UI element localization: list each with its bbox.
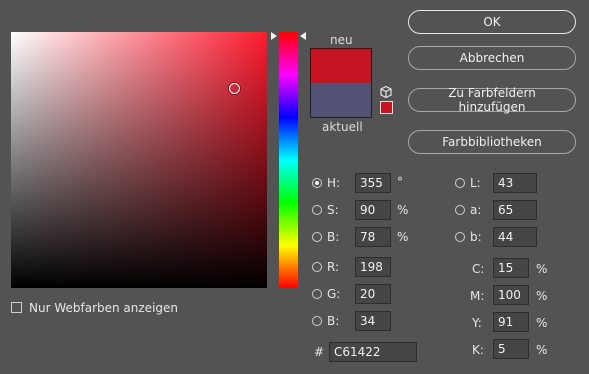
radio-blue[interactable] <box>312 316 322 326</box>
l-input[interactable] <box>493 173 537 193</box>
s-label: S: <box>327 203 339 217</box>
red-input[interactable] <box>355 257 391 277</box>
key-input[interactable] <box>493 339 529 359</box>
color-preview <box>310 48 372 118</box>
magenta-unit: % <box>536 289 548 303</box>
hue-slider-right-arrow-icon[interactable] <box>300 32 306 40</box>
color-field[interactable] <box>11 32 267 288</box>
add-to-swatches-button[interactable]: Zu Farbfeldern hinzufügen <box>408 86 576 114</box>
hex-label: # <box>314 345 325 359</box>
s-input[interactable] <box>355 200 391 220</box>
hex-input[interactable] <box>329 342 417 362</box>
new-color-swatch <box>311 49 371 83</box>
yellow-input[interactable] <box>493 312 529 332</box>
red-label: R: <box>327 260 340 274</box>
magenta-input[interactable] <box>493 285 529 305</box>
radio-l[interactable] <box>455 178 465 188</box>
cyan-input[interactable] <box>493 258 529 278</box>
color-field-marker[interactable] <box>229 83 240 94</box>
key-unit: % <box>536 343 548 357</box>
current-color-swatch[interactable] <box>311 83 371 117</box>
gamut-warning-swatch[interactable] <box>380 101 393 114</box>
a-label: a: <box>470 203 482 217</box>
hue-slider-left-arrow-icon[interactable] <box>271 32 277 40</box>
radio-red[interactable] <box>312 262 322 272</box>
b-label: B: <box>327 230 340 244</box>
radio-lab-b[interactable] <box>455 232 465 242</box>
cyan-label: C: <box>472 262 485 276</box>
a-input[interactable] <box>493 200 537 220</box>
radio-a[interactable] <box>455 205 465 215</box>
b-input[interactable] <box>355 227 391 247</box>
cube-icon[interactable] <box>379 85 393 99</box>
blue-input[interactable] <box>355 311 391 331</box>
magenta-label: M: <box>470 289 485 303</box>
webcolors-checkbox[interactable] <box>11 302 22 313</box>
radio-b[interactable] <box>312 232 322 242</box>
l-label: L: <box>470 176 481 190</box>
radio-s[interactable] <box>312 205 322 215</box>
b-unit: % <box>397 230 409 244</box>
hue-slider[interactable] <box>279 32 298 288</box>
lab-b-label: b: <box>470 230 482 244</box>
webcolors-label: Nur Webfarben anzeigen <box>29 301 179 315</box>
ok-button[interactable]: OK <box>408 10 576 34</box>
key-label: K: <box>472 343 484 357</box>
color-libraries-button[interactable]: Farbbibliotheken <box>408 130 576 154</box>
cyan-unit: % <box>536 262 548 276</box>
radio-green[interactable] <box>312 289 322 299</box>
lab-b-input[interactable] <box>493 227 537 247</box>
cancel-button[interactable]: Abbrechen <box>408 46 576 70</box>
yellow-label: Y: <box>472 316 482 330</box>
yellow-unit: % <box>536 316 548 330</box>
h-label: H: <box>327 176 341 190</box>
radio-h[interactable] <box>312 178 322 188</box>
s-unit: % <box>397 203 409 217</box>
new-color-label: neu <box>330 33 353 47</box>
current-color-label: aktuell <box>322 120 363 134</box>
green-input[interactable] <box>355 284 391 304</box>
blue-label: B: <box>327 314 340 328</box>
green-label: G: <box>327 287 341 301</box>
h-input[interactable] <box>355 173 391 193</box>
h-unit: ° <box>397 175 403 189</box>
